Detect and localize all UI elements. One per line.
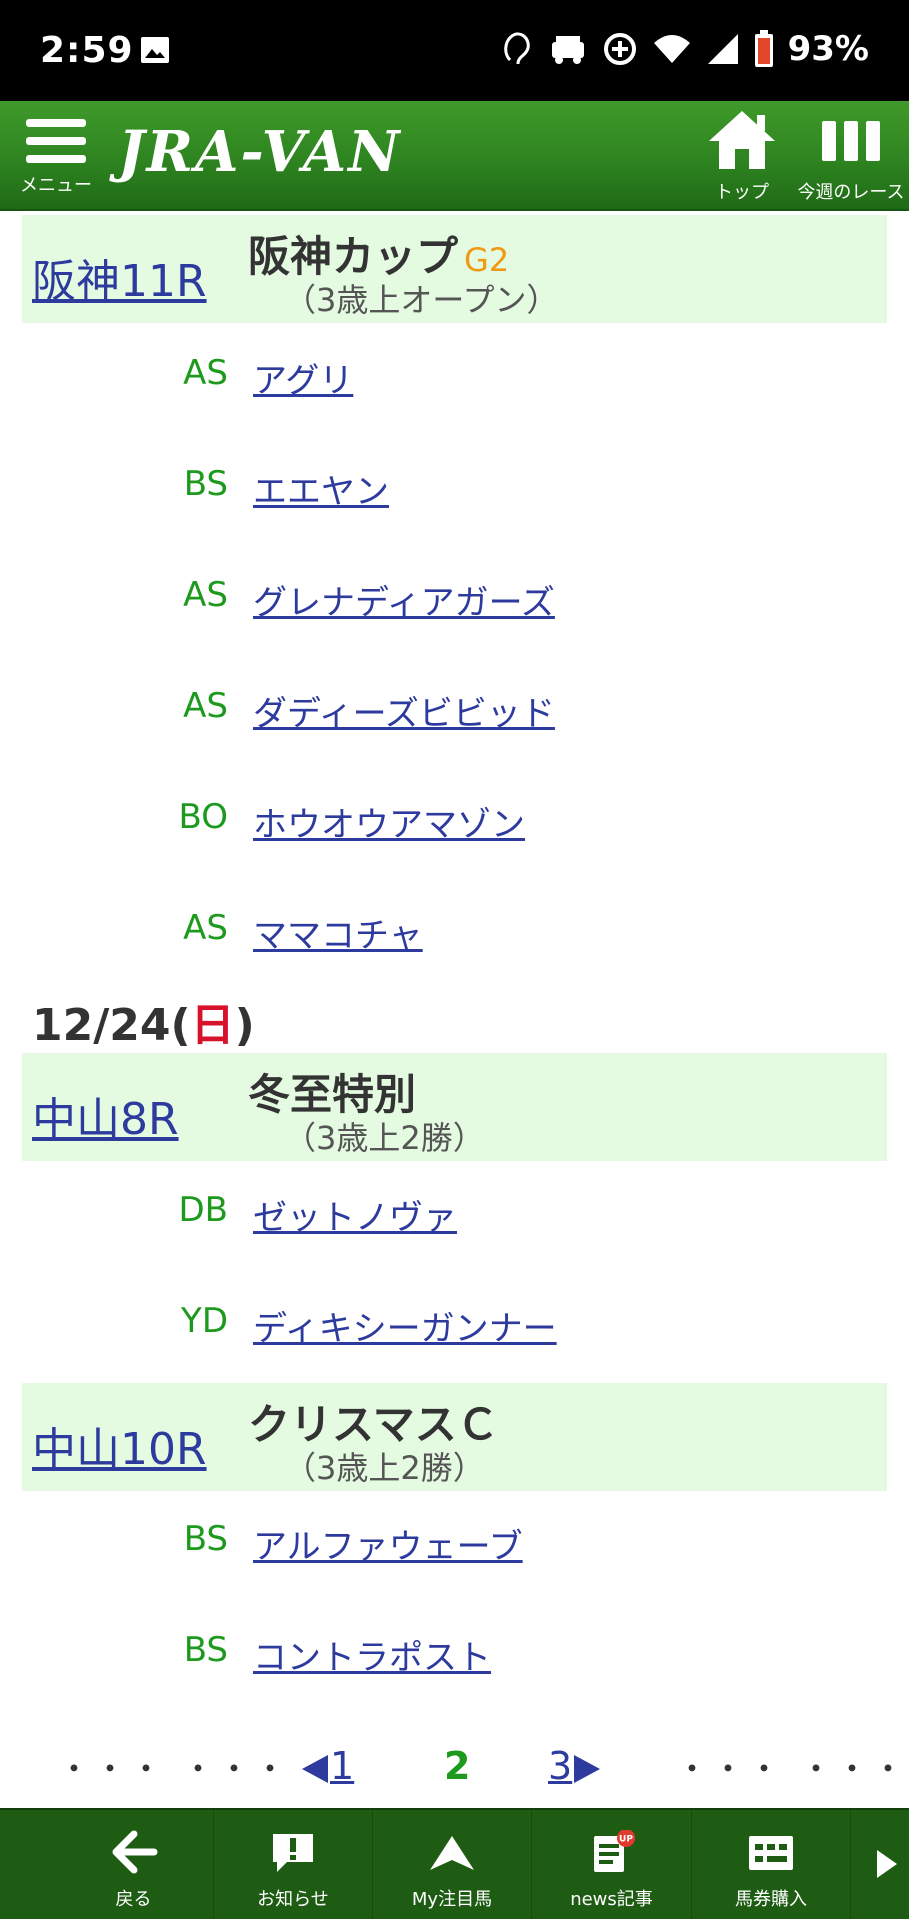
ticket-purchase-label: 馬券購入	[735, 1889, 807, 1910]
back-label: 戻る	[115, 1889, 152, 1910]
gallery-icon	[141, 37, 169, 63]
notice-icon	[273, 1834, 313, 1872]
bottom-nav: 戻る お知らせ My注目馬 UP news記事 馬券購入	[0, 1808, 909, 1919]
horse-code: DB	[178, 1190, 228, 1230]
pager-next-link[interactable]: 3	[548, 1744, 601, 1788]
list-item: AS ダディーズビビッド	[0, 678, 909, 738]
race-link[interactable]: 中山8R	[32, 1083, 179, 1147]
columns-icon	[822, 121, 880, 161]
date-heading: 12/24(日)	[32, 989, 255, 1053]
horse-link[interactable]: ダディーズビビッド	[253, 686, 555, 735]
my-horse-label: My注目馬	[411, 1889, 493, 1910]
hamburger-icon	[26, 119, 86, 163]
horse-code: AS	[183, 353, 228, 393]
menu-label: メニュー	[20, 175, 92, 196]
news-button[interactable]: UP news記事	[532, 1810, 692, 1919]
race-condition: （3歳上オープン）	[284, 281, 559, 319]
list-item: AS ママコチャ	[0, 900, 909, 960]
news-icon: UP	[593, 1829, 635, 1872]
notice-label: お知らせ	[257, 1889, 329, 1910]
pager-dots: ・・・	[58, 1750, 167, 1788]
race-header-nakayama-8r: 中山8R 冬至特別 （3歳上2勝）	[22, 1053, 887, 1161]
race-title-text: 阪神カップ	[248, 232, 459, 281]
race-condition: （3歳上2勝）	[284, 1449, 485, 1487]
horse-link[interactable]: エエヤン	[253, 464, 389, 513]
triangle-left-icon	[302, 1754, 328, 1783]
data-saver-icon	[603, 33, 636, 65]
date-close: )	[234, 1000, 255, 1051]
pager-dots: ・・・	[182, 1750, 291, 1788]
next-menu-arrow-icon[interactable]	[877, 1850, 897, 1878]
list-item: BS エエヤン	[0, 456, 909, 516]
app-root: 2:59 93% メニュー JRA-VAN トップ 今週のレース 阪神11R 阪…	[0, 0, 909, 1919]
horse-code: AS	[183, 575, 228, 615]
pager-prev-number: 1	[330, 1744, 355, 1788]
pager-prev-link[interactable]: 1	[302, 1744, 354, 1788]
horse-link[interactable]: アルファウェーブ	[253, 1519, 523, 1568]
list-item: AS アグリ	[0, 345, 909, 405]
menu-button[interactable]: メニュー	[16, 111, 96, 203]
signal-icon	[707, 34, 738, 64]
news-label: news記事	[570, 1889, 653, 1910]
pagination: ・・・ ・・・ 1 2 3 ・・・ ・・・	[0, 1740, 909, 1800]
horse-code: BO	[178, 797, 229, 837]
car-icon	[551, 36, 584, 64]
horse-link[interactable]: ホウオウアマゾン	[253, 797, 525, 846]
triangle-right-icon	[574, 1754, 601, 1783]
this-week-races-button[interactable]: 今週のレース	[796, 109, 906, 204]
wifi-icon	[653, 35, 690, 63]
date-text: 12/24(	[32, 1000, 191, 1051]
home-icon	[709, 111, 775, 169]
news-up-badge: UP	[619, 1835, 633, 1845]
horse-link[interactable]: ゼットノヴァ	[253, 1190, 457, 1239]
horse-code: BS	[183, 1630, 228, 1670]
horse-code: BS	[183, 464, 228, 504]
app-header: メニュー JRA-VAN トップ 今週のレース	[0, 101, 909, 211]
horse-link[interactable]: グレナディアガーズ	[253, 575, 555, 624]
list-item: BS コントラポスト	[0, 1622, 909, 1682]
back-button[interactable]: 戻る	[54, 1810, 214, 1919]
horse-code: BS	[183, 1519, 228, 1559]
ticket-icon	[749, 1836, 793, 1870]
horse-code: AS	[183, 908, 228, 948]
race-condition: （3歳上2勝）	[284, 1119, 485, 1157]
my-horse-icon	[430, 1836, 474, 1870]
list-item: BS アルファウェーブ	[0, 1511, 909, 1571]
back-arrow-icon	[112, 1830, 157, 1874]
race-link[interactable]: 中山10R	[32, 1413, 207, 1477]
horse-code: YD	[181, 1301, 228, 1341]
list-item: BO ホウオウアマゾン	[0, 789, 909, 849]
status-bar: 2:59 93%	[0, 0, 909, 101]
pager-dots: ・・・	[800, 1750, 909, 1788]
pager-next-number: 3	[548, 1744, 573, 1788]
nfc-icon	[503, 32, 530, 65]
ticket-purchase-button[interactable]: 馬券購入	[692, 1810, 851, 1919]
status-time: 2:59	[40, 30, 134, 71]
race-link[interactable]: 阪神11R	[32, 245, 207, 309]
battery-icon	[754, 30, 773, 67]
horse-link[interactable]: ディキシーガンナー	[253, 1301, 557, 1350]
horse-link[interactable]: コントラポスト	[253, 1630, 491, 1679]
horse-code: AS	[183, 686, 228, 726]
my-horse-button[interactable]: My注目馬	[373, 1810, 532, 1919]
list-item: DB ゼットノヴァ	[0, 1182, 909, 1242]
status-right: 93%	[500, 26, 869, 72]
race-header-hanshin-11r: 阪神11R 阪神カップ G2 （3歳上オープン）	[22, 215, 887, 323]
horse-link[interactable]: アグリ	[253, 353, 353, 402]
battery-percent: 93%	[787, 29, 869, 69]
top-label: トップ	[715, 182, 769, 203]
race-header-nakayama-10r: 中山10R クリスマスＣ （3歳上2勝）	[22, 1383, 887, 1491]
horse-link[interactable]: ママコチャ	[253, 908, 423, 957]
jra-van-logo[interactable]: JRA-VAN	[118, 119, 401, 185]
race-grade: G2	[464, 241, 510, 279]
day-of-week: 日	[190, 1000, 235, 1051]
pager-dots: ・・・	[676, 1750, 785, 1788]
list-item: AS グレナディアガーズ	[0, 567, 909, 627]
notice-button[interactable]: お知らせ	[214, 1810, 373, 1919]
top-button[interactable]: トップ	[700, 109, 784, 204]
this-week-label: 今週のレース	[797, 182, 905, 203]
pager-current: 2	[444, 1744, 471, 1788]
list-item: YD ディキシーガンナー	[0, 1293, 909, 1353]
